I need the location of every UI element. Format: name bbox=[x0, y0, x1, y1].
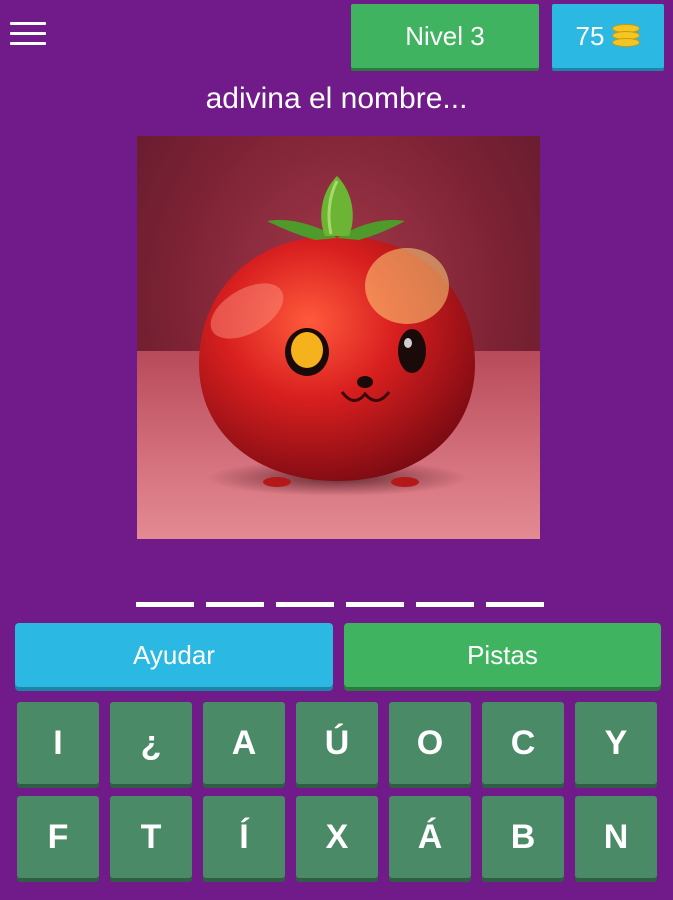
answer-slot[interactable] bbox=[206, 602, 264, 607]
letter-key[interactable]: O bbox=[389, 702, 471, 784]
answer-slots bbox=[136, 602, 544, 607]
letter-key[interactable]: Y bbox=[575, 702, 657, 784]
coins-button[interactable]: 75 bbox=[552, 4, 664, 68]
letter-key[interactable]: B bbox=[482, 796, 564, 878]
answer-slot[interactable] bbox=[486, 602, 544, 607]
answer-slot[interactable] bbox=[276, 602, 334, 607]
letter-key[interactable]: A bbox=[203, 702, 285, 784]
coins-count: 75 bbox=[575, 20, 605, 51]
hints-label: Pistas bbox=[467, 639, 538, 670]
letter-key[interactable]: Ú bbox=[296, 702, 378, 784]
letter-key[interactable]: X bbox=[296, 796, 378, 878]
answer-slot[interactable] bbox=[416, 602, 474, 607]
letter-key[interactable]: ¿ bbox=[110, 702, 192, 784]
hints-button[interactable]: Pistas bbox=[344, 623, 661, 687]
letter-key[interactable]: F bbox=[17, 796, 99, 878]
menu-icon[interactable] bbox=[10, 22, 46, 50]
letter-key[interactable]: I bbox=[17, 702, 99, 784]
level-button[interactable]: Nivel 3 bbox=[351, 4, 539, 68]
help-button[interactable]: Ayudar bbox=[15, 623, 333, 687]
letter-key[interactable]: N bbox=[575, 796, 657, 878]
prompt-text: adivina el nombre... bbox=[205, 82, 468, 115]
letter-keyboard: I ¿ A Ú O C Y F T Í X Á B N bbox=[17, 702, 661, 878]
help-label: Ayudar bbox=[133, 639, 215, 670]
letter-key[interactable]: Á bbox=[389, 796, 471, 878]
answer-slot[interactable] bbox=[136, 602, 194, 607]
coin-stack-icon bbox=[612, 24, 641, 48]
puzzle-image bbox=[137, 136, 540, 539]
letter-key[interactable]: C bbox=[482, 702, 564, 784]
letter-key[interactable]: T bbox=[110, 796, 192, 878]
answer-slot[interactable] bbox=[346, 602, 404, 607]
letter-key[interactable]: Í bbox=[203, 796, 285, 878]
level-label: Nivel 3 bbox=[405, 20, 485, 51]
